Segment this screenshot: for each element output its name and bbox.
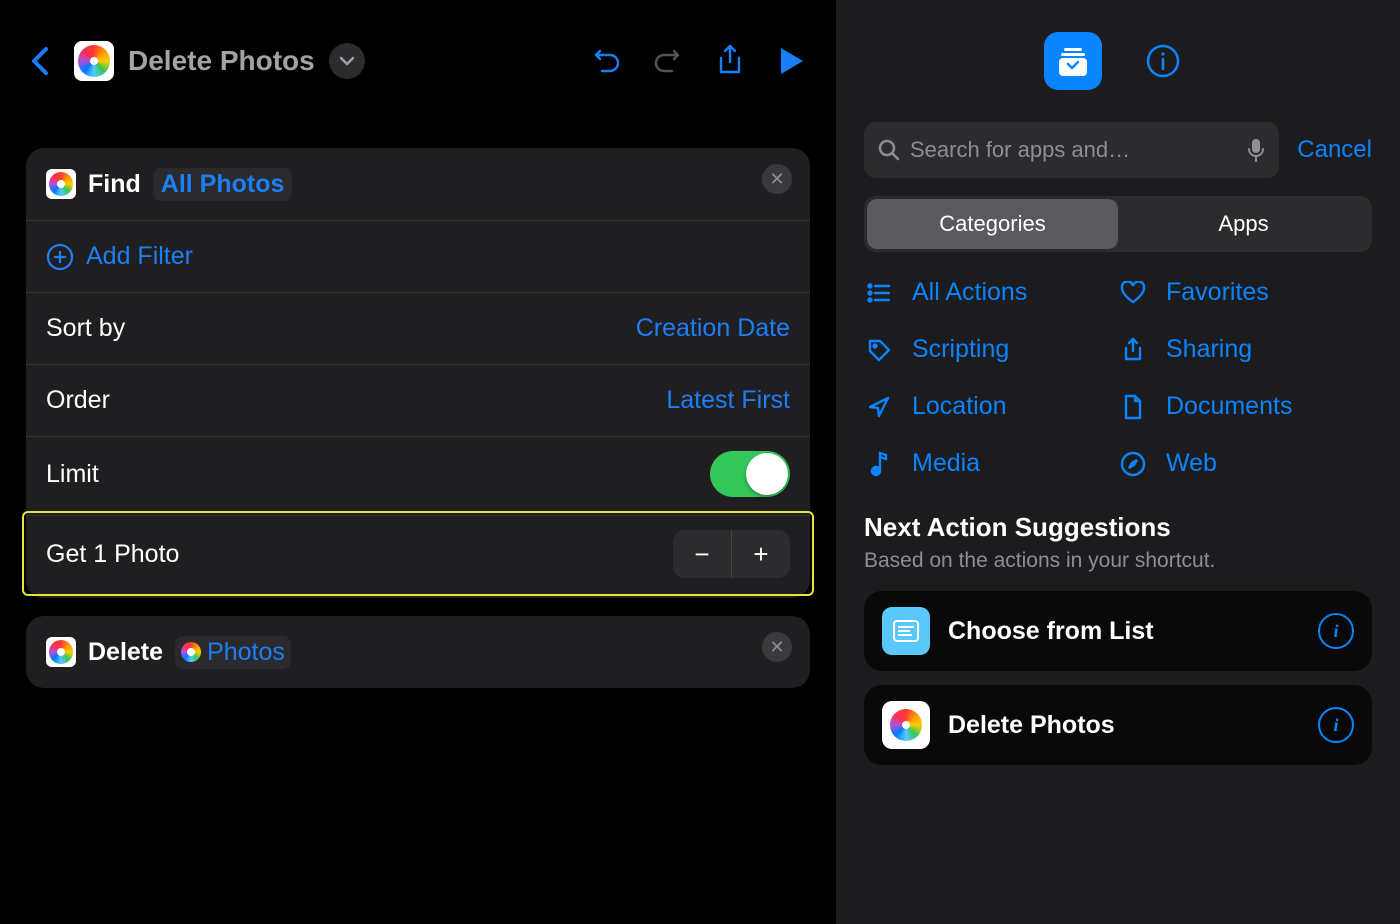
delete-action-button[interactable]: ✕ bbox=[762, 164, 792, 194]
info-button[interactable]: i bbox=[1318, 613, 1354, 649]
undo-button[interactable] bbox=[582, 37, 630, 85]
photos-app-icon bbox=[46, 637, 76, 667]
category-media[interactable]: Media bbox=[864, 449, 1118, 478]
category-location[interactable]: Location bbox=[864, 392, 1118, 421]
editor-panel: Delete Photos ✕ Find All Photos bbox=[0, 0, 836, 924]
category-documents[interactable]: Documents bbox=[1118, 392, 1372, 421]
suggestion-delete-photos[interactable]: Delete Photos i bbox=[864, 685, 1372, 765]
photos-app-icon bbox=[46, 169, 76, 199]
run-button[interactable] bbox=[768, 37, 816, 85]
search-field[interactable] bbox=[864, 122, 1279, 178]
redo-button bbox=[644, 37, 692, 85]
music-icon bbox=[864, 451, 894, 477]
title-menu-button[interactable] bbox=[329, 43, 365, 79]
suggestions-subtitle: Based on the actions in your shortcut. bbox=[864, 549, 1372, 573]
top-bar: Delete Photos bbox=[0, 0, 836, 122]
shortcut-title[interactable]: Delete Photos bbox=[128, 45, 315, 77]
category-all-actions[interactable]: All Actions bbox=[864, 278, 1118, 307]
category-scripting[interactable]: Scripting bbox=[864, 335, 1118, 364]
get-count-label[interactable]: Get 1 Photo bbox=[46, 540, 179, 569]
info-tab[interactable] bbox=[1134, 32, 1192, 90]
actions-library-tab[interactable] bbox=[1044, 32, 1102, 90]
dictate-icon[interactable] bbox=[1247, 138, 1265, 162]
search-icon bbox=[878, 139, 900, 161]
share-icon bbox=[1118, 337, 1148, 363]
list-card-icon bbox=[882, 607, 930, 655]
apps-tab[interactable]: Apps bbox=[1118, 199, 1369, 249]
compass-icon bbox=[1118, 451, 1148, 477]
action-verb: Delete bbox=[88, 638, 163, 667]
find-photos-action[interactable]: ✕ Find All Photos Add Filter Sort by Cre… bbox=[26, 148, 810, 598]
delete-action-button[interactable]: ✕ bbox=[762, 632, 792, 662]
limit-label: Limit bbox=[46, 460, 99, 489]
delete-photos-action[interactable]: ✕ Delete Photos bbox=[26, 616, 810, 688]
cancel-search-button[interactable]: Cancel bbox=[1297, 136, 1372, 164]
document-icon bbox=[1118, 394, 1148, 420]
add-filter-button[interactable]: Add Filter bbox=[26, 220, 810, 292]
tag-icon bbox=[864, 338, 894, 362]
photos-app-icon bbox=[882, 701, 930, 749]
category-web[interactable]: Web bbox=[1118, 449, 1372, 478]
count-stepper[interactable]: − + bbox=[673, 530, 790, 578]
share-button[interactable] bbox=[706, 37, 754, 85]
info-button[interactable]: i bbox=[1318, 707, 1354, 743]
highlighted-row: Get 1 Photo − + bbox=[22, 511, 814, 596]
location-icon bbox=[864, 395, 894, 419]
photos-app-icon bbox=[181, 642, 201, 662]
order-label: Order bbox=[46, 386, 110, 415]
heart-icon bbox=[1118, 281, 1148, 305]
sort-by-label: Sort by bbox=[46, 314, 125, 343]
search-input[interactable] bbox=[910, 137, 1237, 163]
photos-param[interactable]: All Photos bbox=[153, 168, 293, 201]
photos-variable[interactable]: Photos bbox=[175, 636, 291, 669]
order-value[interactable]: Latest First bbox=[666, 386, 790, 415]
stepper-minus[interactable]: − bbox=[673, 530, 731, 578]
suggestions-title: Next Action Suggestions bbox=[864, 512, 1372, 543]
category-sharing[interactable]: Sharing bbox=[1118, 335, 1372, 364]
suggestions-section: Next Action Suggestions Based on the act… bbox=[864, 502, 1372, 765]
right-top-bar bbox=[836, 0, 1400, 122]
category-favorites[interactable]: Favorites bbox=[1118, 278, 1372, 307]
back-button[interactable] bbox=[20, 41, 60, 81]
photos-app-icon bbox=[74, 41, 114, 81]
action-verb: Find bbox=[88, 170, 141, 199]
stepper-plus[interactable]: + bbox=[732, 530, 790, 578]
limit-toggle[interactable] bbox=[710, 451, 790, 497]
sort-by-value[interactable]: Creation Date bbox=[636, 314, 790, 343]
categories-grid: All Actions Favorites Scripting Sharing … bbox=[864, 270, 1372, 484]
suggestion-choose-from-list[interactable]: Choose from List i bbox=[864, 591, 1372, 671]
category-app-segment[interactable]: Categories Apps bbox=[864, 196, 1372, 252]
categories-tab[interactable]: Categories bbox=[867, 199, 1118, 249]
actions-panel: Cancel Categories Apps All Actions Favor… bbox=[836, 0, 1400, 924]
list-icon bbox=[864, 283, 894, 303]
